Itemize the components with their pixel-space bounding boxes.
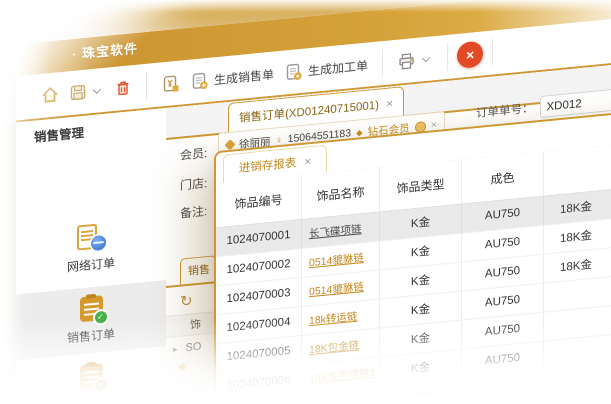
sidebar-item-label: 销售单 bbox=[73, 394, 109, 404]
close-window-button[interactable]: × bbox=[457, 40, 483, 69]
sidebar-item-sales-orders[interactable]: ✓ 销售订单 bbox=[16, 280, 166, 360]
refresh-icon[interactable]: ↻ bbox=[180, 291, 193, 310]
report-tab-label: 进销存报表 bbox=[239, 154, 297, 176]
item-name-link[interactable]: 0514貔貅链 bbox=[309, 249, 364, 269]
order-number-label: 订单单号： bbox=[476, 100, 534, 122]
generate-sales-order-button[interactable]: 生成销售单 bbox=[185, 60, 279, 96]
network-order-icon bbox=[76, 222, 106, 251]
sidebar-item-label: 销售订单 bbox=[67, 325, 115, 347]
sidebar-item-network-orders[interactable]: 网络订单 bbox=[16, 208, 166, 288]
toolbar-separator bbox=[447, 43, 448, 71]
printer-icon bbox=[397, 50, 416, 71]
save-button[interactable] bbox=[64, 77, 109, 107]
generate-sales-order-label: 生成销售单 bbox=[214, 65, 274, 88]
report-window: 进销存报表 × 饰品编号 饰品名称 饰品类型 成色 1024070001 长飞碟… bbox=[214, 107, 611, 404]
generate-process-order-button[interactable]: 生成加工单 bbox=[279, 51, 373, 87]
item-name-link[interactable]: 18K金色项链1 bbox=[309, 364, 376, 385]
member-label: 会员: bbox=[180, 144, 207, 164]
loading-spinner-icon: * bbox=[178, 358, 187, 385]
column-header-item-code[interactable]: 饰品编号 bbox=[216, 175, 302, 227]
clipboard-plus-icon bbox=[190, 70, 209, 91]
item-name-link[interactable]: 18k转运链 bbox=[309, 308, 357, 328]
report-table: 饰品编号 饰品名称 饰品类型 成色 1024070001 长飞碟项链 K金 AU… bbox=[216, 140, 611, 404]
toolbar-separator bbox=[492, 39, 493, 67]
tilted-stage: · 珠宝软件 生成销售单 bbox=[0, 0, 611, 404]
item-name-link[interactable]: 18K包金链 bbox=[309, 337, 359, 357]
yen-badge-icon: ¥ bbox=[95, 379, 107, 392]
column-header-item-type[interactable]: 饰品类型 bbox=[380, 160, 462, 212]
clipboard-gear-icon bbox=[284, 61, 303, 82]
trash-icon bbox=[114, 78, 132, 98]
home-button[interactable] bbox=[36, 81, 64, 110]
detail-row-text: SO bbox=[186, 341, 202, 355]
report-tab-close-icon[interactable]: × bbox=[304, 155, 311, 168]
delete-button[interactable] bbox=[109, 74, 137, 103]
sidebar-item-label: 网络订单 bbox=[67, 253, 115, 275]
sidebar: 销售管理 网络订单 ✓ 销售订单 ¥ 销售单 ······· bbox=[16, 108, 167, 404]
detail-tab-sales[interactable]: 销售单 bbox=[180, 255, 216, 284]
print-dropdown-chevron-icon[interactable] bbox=[422, 54, 430, 62]
yen-document-icon bbox=[161, 73, 180, 94]
note-label: 备注: bbox=[180, 202, 207, 222]
receipt-yen-button[interactable] bbox=[156, 69, 185, 99]
generate-process-order-label: 生成加工单 bbox=[308, 56, 368, 79]
store-label: 门店: bbox=[180, 174, 207, 194]
column-header-item-name[interactable]: 饰品名称 bbox=[302, 167, 380, 219]
tab-close-icon[interactable]: × bbox=[386, 97, 393, 110]
close-x-icon: × bbox=[466, 47, 474, 62]
toolbar-separator bbox=[146, 72, 147, 100]
item-name-link[interactable]: 0514貔貅链 bbox=[309, 278, 364, 298]
sales-order-icon: ✓ bbox=[80, 295, 103, 322]
home-icon bbox=[41, 85, 59, 105]
row-expander-icon[interactable]: ▸ bbox=[173, 343, 178, 354]
detail-column-label: 饰 bbox=[190, 319, 201, 332]
item-name-link[interactable]: 貔貅吊坠链 bbox=[309, 395, 362, 404]
save-dropdown-chevron-icon[interactable] bbox=[93, 85, 101, 93]
column-header-purity[interactable]: 成色 bbox=[462, 152, 544, 204]
item-name-link[interactable]: 长飞碟项链 bbox=[309, 221, 362, 241]
toolbar-separator bbox=[382, 49, 383, 77]
print-button[interactable] bbox=[392, 44, 438, 75]
save-icon bbox=[69, 83, 87, 103]
check-badge-icon: ✓ bbox=[95, 311, 107, 324]
sales-ticket-icon: ¥ bbox=[80, 363, 103, 390]
screenshot-canvas: · 珠宝软件 生成销售单 bbox=[0, 0, 611, 404]
